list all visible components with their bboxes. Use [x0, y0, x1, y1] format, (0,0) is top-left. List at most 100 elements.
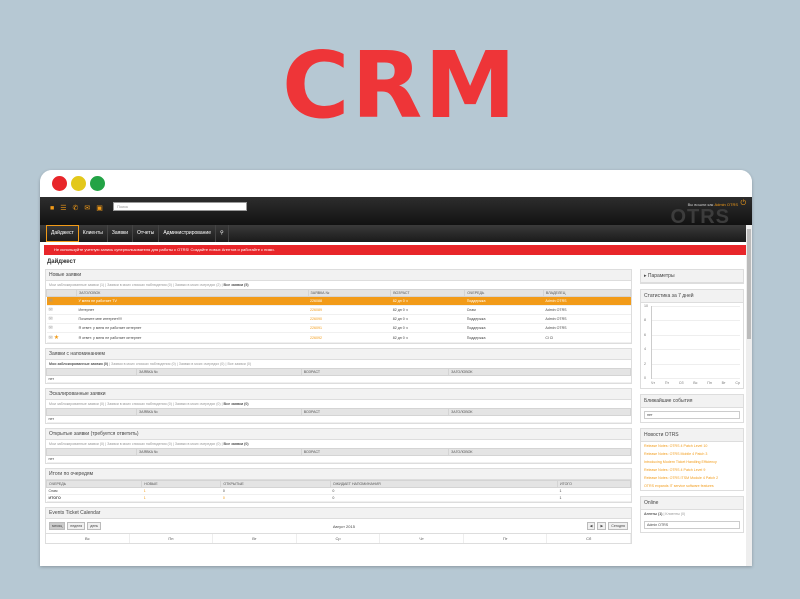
chart-x-tick: Пн — [707, 381, 712, 385]
queue-name[interactable]: Спам — [46, 487, 142, 495]
column-header: ИТОГО — [556, 480, 632, 488]
list-icon[interactable]: ☰ — [60, 205, 66, 213]
filter-watched[interactable]: Заявки в моих списках наблюдения (0) — [107, 402, 172, 406]
reminder-tickets-widget: Заявки с напоминанием Мои заблокированны… — [45, 348, 632, 384]
ticket-age: 82 дн 0 ч — [390, 332, 465, 343]
minimize-window-button[interactable] — [71, 176, 86, 191]
settings-toggle[interactable]: ▸ Параметры — [641, 270, 743, 283]
nav-search-icon[interactable]: ⚲ — [216, 225, 229, 242]
filter-watched[interactable]: Заявки в моих списках наблюдения (0) — [111, 362, 176, 366]
ticket-title[interactable]: Я ответ: у меня не работает интернет — [76, 332, 309, 343]
ticket-number[interactable]: 226091 — [308, 323, 391, 333]
nav-customers[interactable]: Клиенты — [79, 225, 108, 242]
chart-y-tick: 0 — [644, 376, 646, 380]
filter-locked[interactable]: Мои заблокированные заявки (0) — [49, 442, 104, 446]
ticket-title[interactable]: У меня не работает ТV — [76, 296, 309, 306]
column-header[interactable]: ЗАЯВКА № — [136, 368, 302, 376]
filter-queues[interactable]: Заявки в моих очередях (0) — [175, 402, 221, 406]
ticket-queue: Спам — [464, 305, 544, 315]
online-agents-tab[interactable]: Агенты (1) — [644, 512, 662, 516]
alert-banner[interactable]: Не используйте учетную запись суперпольз… — [44, 245, 750, 255]
view-week-button[interactable]: неделя — [67, 522, 86, 530]
ticket-title[interactable]: Интернет — [76, 305, 309, 315]
power-icon[interactable]: ⏻ — [740, 200, 746, 208]
news-link[interactable]: Introducing Modern Ticket Handling Effic… — [641, 458, 743, 466]
view-day-button[interactable]: день — [87, 522, 102, 530]
logout-user-link[interactable]: Admin OTRS — [714, 202, 738, 207]
today-button[interactable]: Сегодня — [608, 522, 628, 530]
column-header: ОЧЕРЕДЬ — [45, 480, 143, 488]
filter-watched[interactable]: Заявки в моих списках наблюдения (0) — [107, 442, 172, 446]
page-scrollbar[interactable] — [746, 225, 752, 566]
nav-admin[interactable]: Администрирование — [159, 225, 216, 242]
column-header[interactable]: ОЧЕРЕДЬ — [464, 289, 544, 297]
day-header: Ср — [297, 534, 381, 543]
column-header[interactable]: ЗАГОЛОВОК — [448, 408, 631, 416]
ticket-filters: Мои заблокированные заявки (1) | Заявки … — [49, 283, 249, 287]
email-icon[interactable]: ✉ — [84, 205, 90, 213]
news-link[interactable]: Release Notes: OTRS 4 Patch Level 10 — [641, 442, 743, 450]
column-header[interactable]: ВОЗРАСТ — [300, 448, 450, 456]
day-header: Вс — [46, 534, 130, 543]
folder-icon[interactable]: ■ — [50, 205, 54, 213]
news-link[interactable]: OTRS expands IT service software feature… — [641, 482, 743, 490]
filter-all[interactable]: Все заявки (0) — [227, 362, 251, 366]
ticket-number[interactable]: 226092 — [308, 332, 391, 343]
day-header: Чт — [380, 534, 464, 543]
filter-watched[interactable]: Заявки в моих списках наблюдения (0) — [107, 283, 172, 287]
lock-icon[interactable]: ▣ — [96, 205, 103, 213]
filter-locked[interactable]: Мои заблокированные заявки (0) — [49, 402, 104, 406]
settings-widget[interactable]: ▸ Параметры — [640, 269, 744, 284]
checkbox-header — [46, 408, 137, 416]
queue-open: 0 — [220, 494, 331, 502]
phone-icon[interactable]: ✆ — [73, 205, 79, 213]
table-row[interactable]: ✉ Я ответ: у меня не работает интернет 2… — [46, 323, 631, 333]
view-month-button[interactable]: месяц — [49, 522, 66, 530]
column-header[interactable]: ЗАГОЛОВОК — [76, 289, 309, 297]
ticket-owner: Admin OTRS — [543, 314, 631, 324]
filter-queues[interactable]: Заявки в моих очередях (0) — [175, 442, 221, 446]
prev-month-button[interactable]: ◀ — [586, 522, 596, 530]
news-link[interactable]: Release Notes: OTRS Mobile 4 Patch 3 — [641, 450, 743, 458]
column-header[interactable]: ЗАЯВКА № — [136, 408, 302, 416]
table-row[interactable]: ✉ Интернет 226089 82 дн 0 ч Спам Admin O… — [46, 305, 631, 315]
column-header[interactable]: ЗАЯВКА № — [307, 289, 392, 297]
table-row[interactable]: ✉ У меня не работает ТV 226088 82 дн 0 ч… — [46, 296, 631, 306]
search-input[interactable]: Поиск — [113, 202, 247, 211]
news-link[interactable]: Release Notes: OTRS 4 Patch Level 9 — [641, 466, 743, 474]
column-header[interactable]: ЗАГОЛОВОК — [448, 368, 631, 376]
filter-locked[interactable]: Мои заблокированные заявки (0) — [49, 362, 108, 366]
ticket-number[interactable]: 226089 — [308, 305, 391, 315]
filter-queues[interactable]: Заявки в моих очередях (0) — [179, 362, 225, 366]
news-link[interactable]: Release Notes: OTRS ITSM Module 4 Patch … — [641, 474, 743, 482]
scrollbar-thumb[interactable] — [747, 229, 751, 339]
online-customers-tab[interactable]: Клиенты (0) — [665, 512, 685, 516]
nav-reports[interactable]: Отчеты — [133, 225, 160, 242]
filter-all[interactable]: Все заявки (0) — [224, 402, 249, 406]
online-user[interactable]: Admin OTRS — [644, 521, 740, 529]
ticket-number[interactable]: 226090 — [308, 314, 391, 324]
column-header[interactable]: ВЛАДЕЛЕЦ — [542, 289, 632, 297]
maximize-window-button[interactable] — [90, 176, 105, 191]
next-month-button[interactable]: ▶ — [597, 522, 607, 530]
column-header[interactable]: ВОЗРАСТ — [300, 368, 450, 376]
column-header[interactable]: ЗАГОЛОВОК — [448, 448, 631, 456]
filter-locked[interactable]: Мои заблокированные заявки (1) — [49, 283, 104, 287]
ticket-age: 82 дн 0 ч — [390, 314, 465, 324]
filter-queues[interactable]: Заявки в моих очередях (2) — [175, 283, 221, 287]
close-window-button[interactable] — [52, 176, 67, 191]
table-row[interactable]: ✉ Почините мне интернет!!!! 226090 82 дн… — [46, 314, 631, 324]
ticket-number[interactable]: 226088 — [308, 296, 391, 306]
filter-all[interactable]: Все заявки (5) — [224, 283, 249, 287]
queue-new[interactable]: 1 — [141, 487, 221, 495]
nav-tickets[interactable]: Заявки — [108, 225, 134, 242]
column-header[interactable]: ЗАЯВКА № — [136, 448, 302, 456]
table-row[interactable]: ✉ ★ Я ответ: у меня не работает интернет… — [46, 332, 631, 343]
column-header[interactable]: ВОЗРАСТ — [390, 289, 466, 297]
ticket-title[interactable]: Почините мне интернет!!!! — [76, 314, 309, 324]
star-icon[interactable]: ★ — [54, 335, 59, 341]
filter-all[interactable]: Все заявки (0) — [224, 442, 249, 446]
column-header[interactable]: ВОЗРАСТ — [300, 408, 450, 416]
ticket-title[interactable]: Я ответ: у меня не работает интернет — [76, 323, 309, 333]
nav-digest[interactable]: Дайджест — [46, 225, 79, 242]
